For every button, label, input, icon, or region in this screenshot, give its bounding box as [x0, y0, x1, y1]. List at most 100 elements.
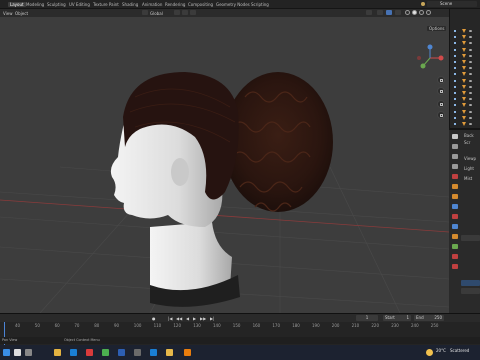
checkbox-icon[interactable] [454, 79, 456, 82]
frame-ruler[interactable]: 40 50 60 70 80 90 100 110 120 130 140 150 160 170 180 1… [0, 322, 480, 330]
property-checkbox-row[interactable] [461, 280, 480, 286]
tab-rendering[interactable]: Rendering [165, 2, 185, 7]
checkbox-icon[interactable] [454, 92, 456, 94]
step-forward-icon[interactable]: ▶▶ [200, 316, 206, 321]
tab-texture-paint[interactable]: Texture Paint [93, 2, 119, 7]
checkbox-icon[interactable] [454, 85, 456, 88]
view-layer-tab-icon[interactable] [452, 164, 458, 169]
checkbox-icon[interactable] [454, 110, 456, 113]
play-reverse-icon[interactable]: ◀ [186, 316, 189, 321]
end-frame-field[interactable]: End 250 [414, 315, 444, 321]
orientation-dropdown[interactable]: Global [150, 11, 163, 16]
outliner-row[interactable] [453, 60, 480, 65]
outliner-row[interactable] [453, 103, 480, 108]
pan-hand-icon[interactable] [437, 87, 445, 95]
opera-icon[interactable] [86, 349, 93, 356]
scene-tab-icon[interactable] [452, 174, 458, 179]
eye-icon[interactable] [469, 98, 472, 101]
eye-icon[interactable] [469, 73, 472, 76]
checkbox-icon[interactable] [454, 104, 456, 107]
modifier-tab-icon[interactable] [452, 204, 458, 209]
view-menu[interactable]: View [3, 11, 13, 16]
outliner-row[interactable] [453, 35, 480, 40]
visibility-icon[interactable] [366, 10, 372, 15]
outliner-row[interactable] [453, 41, 480, 46]
output-tab-icon[interactable] [452, 154, 458, 159]
world-tab-icon[interactable] [452, 184, 458, 189]
outliner-row[interactable] [453, 91, 480, 96]
material-shading-icon[interactable] [419, 10, 424, 15]
checkbox-icon[interactable] [454, 67, 456, 70]
play-icon[interactable]: ▶ [193, 316, 196, 321]
checkbox-icon[interactable] [454, 98, 456, 101]
checkbox-icon[interactable] [454, 61, 456, 63]
edge-browser-icon[interactable] [70, 349, 77, 356]
tab-scripting[interactable]: Scripting [251, 2, 269, 7]
tool-tab-icon[interactable] [452, 134, 458, 139]
navigation-gizmo[interactable] [415, 44, 445, 72]
jump-start-icon[interactable]: |◀ [168, 316, 172, 321]
outliner-row[interactable] [453, 53, 480, 59]
app-icon-green[interactable] [102, 349, 109, 356]
physics-tab-icon[interactable] [452, 224, 458, 229]
ortho-toggle-icon[interactable] [437, 111, 445, 119]
property-field[interactable] [461, 235, 480, 241]
checkbox-icon[interactable] [454, 73, 456, 76]
checkbox-icon[interactable] [454, 42, 456, 45]
tab-sculpting[interactable]: Sculpting [47, 2, 66, 7]
tab-layout[interactable]: Layout [8, 2, 26, 7]
weather-icon[interactable] [426, 349, 433, 356]
object-tab-icon[interactable] [452, 194, 458, 199]
constraints-tab-icon[interactable] [452, 234, 458, 239]
start-menu-icon[interactable] [3, 349, 10, 356]
step-back-icon[interactable]: ◀◀ [176, 316, 182, 321]
outliner-row[interactable] [453, 47, 480, 53]
checkbox-icon[interactable] [454, 48, 456, 51]
transform-orientation-icon[interactable] [142, 10, 148, 15]
proportional-edit-icon[interactable] [190, 10, 196, 15]
checkbox-icon[interactable] [454, 116, 456, 119]
render-tab-icon[interactable] [452, 144, 458, 149]
eye-icon[interactable] [469, 30, 472, 32]
app-icon-yellow[interactable] [166, 349, 173, 356]
eye-icon[interactable] [469, 48, 472, 51]
camera-view-icon[interactable] [437, 100, 445, 108]
wireframe-shading-icon[interactable] [405, 10, 410, 15]
outliner-row[interactable] [453, 115, 480, 121]
gizmo-toggle-icon[interactable] [377, 10, 383, 15]
eye-icon[interactable] [469, 67, 472, 70]
eye-icon[interactable] [469, 85, 472, 88]
current-frame-field[interactable]: 1 [356, 315, 378, 321]
snap-icon[interactable] [182, 10, 188, 15]
file-explorer-icon[interactable] [54, 349, 61, 356]
pivot-icon[interactable] [174, 10, 180, 15]
outliner-row[interactable] [453, 109, 480, 115]
search-icon[interactable] [14, 349, 21, 356]
eye-icon[interactable] [469, 104, 472, 107]
mist-label[interactable]: Mist [464, 176, 472, 181]
mail-icon[interactable] [118, 349, 125, 356]
checkbox-icon[interactable] [454, 30, 456, 32]
jump-end-icon[interactable]: ▶| [210, 316, 214, 321]
zoom-icon[interactable] [437, 76, 445, 84]
tab-geometry-nodes[interactable]: Geometry Nodes [216, 2, 250, 7]
object-menu[interactable]: Object [15, 11, 28, 16]
eye-icon[interactable] [469, 116, 472, 119]
task-view-icon[interactable] [25, 349, 32, 356]
eye-icon[interactable] [469, 110, 472, 113]
material-tab-icon[interactable] [452, 254, 458, 259]
store-icon[interactable] [150, 349, 157, 356]
scene-selector[interactable]: Scene [427, 1, 477, 7]
outliner-row[interactable] [453, 84, 480, 90]
texture-tab-icon[interactable] [452, 264, 458, 269]
checkbox-icon[interactable] [454, 54, 456, 57]
tab-animation[interactable]: Animation [142, 2, 162, 7]
tab-modeling[interactable]: Modeling [26, 2, 44, 7]
app-icon-gray[interactable] [134, 349, 141, 356]
eye-icon[interactable] [469, 61, 472, 63]
particles-tab-icon[interactable] [452, 214, 458, 219]
tab-shading[interactable]: Shading [122, 2, 138, 7]
options-button[interactable]: Options [427, 26, 447, 31]
tab-uv-editing[interactable]: UV Editing [69, 2, 90, 7]
rendered-shading-icon[interactable] [426, 10, 431, 15]
